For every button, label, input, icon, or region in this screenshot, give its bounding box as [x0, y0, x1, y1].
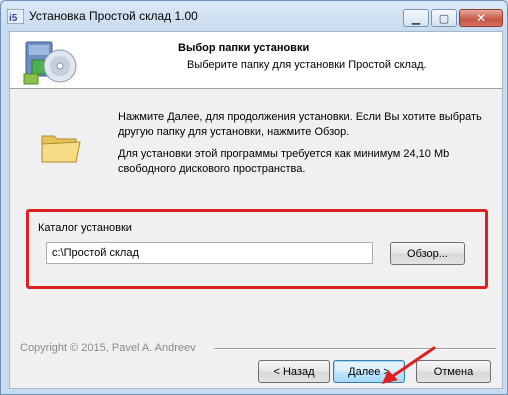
page-title: Выбор папки установки	[178, 42, 310, 54]
maximize-button[interactable]: ▢	[431, 9, 457, 27]
wizard-header: Выбор папки установки Выберите папку для…	[10, 32, 502, 89]
folder-icon	[41, 135, 81, 163]
close-icon: ✕	[475, 11, 487, 25]
install-disk-icon	[23, 41, 77, 85]
title-bar[interactable]: i5 Установка Простой склад 1.00 ▁ ▢ ✕	[1, 1, 507, 31]
close-button[interactable]: ✕	[459, 9, 503, 27]
svg-text:i5: i5	[9, 13, 18, 24]
window-title: Установка Простой склад 1.00	[29, 9, 198, 23]
install-directory-input[interactable]	[46, 242, 373, 264]
maximize-icon: ▢	[438, 12, 450, 25]
space-required-text: Для установки этой программы требуется к…	[118, 148, 450, 175]
cancel-button[interactable]: Отмена	[416, 360, 491, 383]
installer-app-icon: i5	[7, 9, 24, 24]
page-subtitle: Выберите папку для установки Простой скл…	[187, 59, 427, 71]
next-button[interactable]: Далее >	[333, 360, 405, 383]
instruction-text: Нажмите Далее, для продолжения установки…	[118, 111, 482, 138]
back-button[interactable]: < Назад	[258, 360, 330, 383]
copyright-text: Copyright © 2015, Pavel A. Andreev	[20, 342, 196, 354]
browse-button[interactable]: Обзор...	[390, 242, 465, 265]
footer-divider	[214, 348, 496, 350]
minimize-icon: ▁	[411, 12, 421, 25]
wizard-client-area: Выбор папки установки Выберите папку для…	[9, 31, 503, 389]
directory-label: Каталог установки	[38, 222, 132, 234]
installer-window: i5 Установка Простой склад 1.00 ▁ ▢ ✕ Вы…	[0, 0, 508, 395]
minimize-button[interactable]: ▁	[403, 9, 429, 27]
